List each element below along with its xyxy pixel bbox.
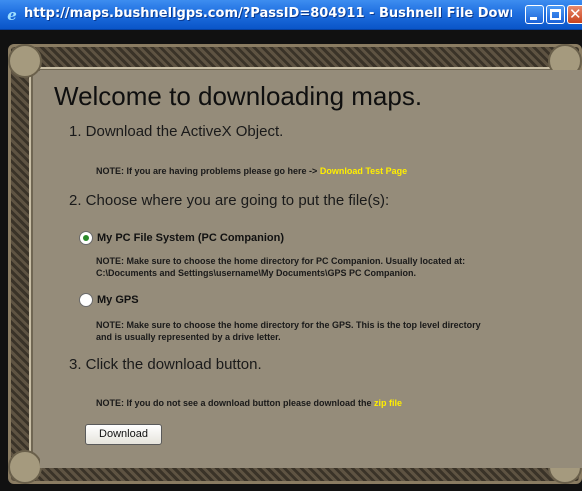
minimize-button[interactable]: [525, 5, 544, 24]
option2-note: NOTE: Make sure to choose the home direc…: [96, 319, 481, 343]
option1-note: NOTE: Make sure to choose the home direc…: [96, 255, 465, 279]
step1-note: NOTE: If you are having problems please …: [96, 165, 407, 177]
option1-note-line1: NOTE: Make sure to choose the home direc…: [96, 256, 466, 266]
option1-note-line2: C:\Documents and Settings\username\My Do…: [96, 268, 417, 278]
window-title-bar[interactable]: e http://maps.bushnellgps.com/?PassID=80…: [0, 0, 582, 30]
radio-label-pc[interactable]: My PC File System (PC Companion): [97, 232, 284, 244]
frame-corner-ornament: [8, 450, 42, 484]
page-title: Welcome to downloading maps.: [54, 81, 423, 111]
window-title: http://maps.bushnellgps.com/?PassID=8049…: [24, 6, 512, 21]
option2-note-line2: and is usually represented by a drive le…: [96, 332, 281, 342]
step2-title: 2. Choose where you are going to put the…: [69, 192, 390, 209]
radio-label-gps[interactable]: My GPS: [97, 294, 139, 306]
frame-corner-ornament: [8, 44, 42, 78]
option2-note-line1: NOTE: Make sure to choose the home direc…: [96, 320, 481, 330]
step1-title: 1. Download the ActiveX Object.: [69, 123, 284, 140]
minimize-icon: [530, 17, 537, 20]
radio-selected-dot: [83, 235, 89, 241]
ie-icon: e: [7, 6, 17, 24]
step3-note: NOTE: If you do not see a download butto…: [96, 397, 402, 409]
close-icon: ✕: [569, 5, 582, 23]
radio-my-gps[interactable]: [79, 293, 93, 307]
download-panel: Welcome to downloading maps. 1. Download…: [40, 70, 582, 468]
zip-file-link[interactable]: zip file: [374, 398, 402, 408]
maximize-icon: [550, 9, 561, 20]
maximize-button[interactable]: [546, 5, 565, 24]
step1-note-text: NOTE: If you are having problems please …: [96, 166, 318, 176]
step3-note-text: NOTE: If you do not see a download butto…: [96, 398, 372, 408]
step3-title: 3. Click the download button.: [69, 356, 262, 373]
download-test-page-link[interactable]: Download Test Page: [320, 166, 407, 176]
radio-pc-file-system[interactable]: [79, 231, 93, 245]
download-button[interactable]: Download: [85, 424, 162, 445]
close-button[interactable]: ✕: [567, 5, 582, 24]
